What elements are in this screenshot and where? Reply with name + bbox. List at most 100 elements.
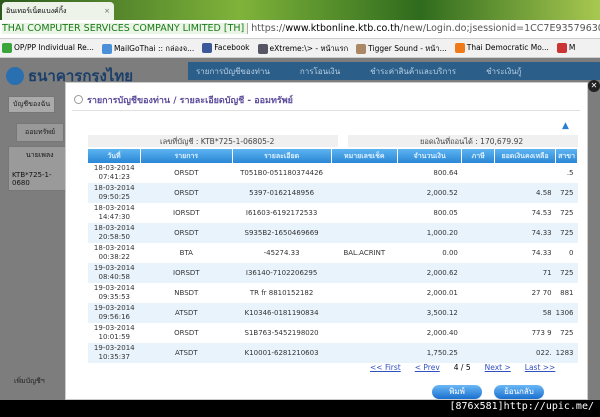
bookmark-icon (257, 44, 268, 54)
address-bar[interactable]: THAI COMPUTER SERVICES COMPANY LIMITED [… (0, 20, 600, 39)
bookmark-icon (556, 43, 567, 53)
date: 19-03-2014 (93, 284, 135, 292)
table-row: 19-03-2014 09:56:16 ATSDT K10346-0181190834… (88, 303, 578, 323)
nav-loan[interactable]: ชำระเงินกู้ (486, 65, 521, 77)
bookmark-label: Facebook (214, 43, 250, 52)
bookmark[interactable]: MailGoThai :: กล่องจ... (101, 43, 195, 54)
time: 14:47:30 (98, 213, 130, 221)
tab-my-accounts[interactable]: บัญชีของฉัน (8, 96, 56, 113)
bookmark-label: Tigger Sound - หน้า... (368, 44, 447, 53)
bookmarks-bar: OP/PP Individual Re... MailGoThai :: กล่อ… (0, 39, 600, 58)
amount-cell: 2,000.62 (397, 263, 462, 283)
cheque-cell (331, 223, 398, 243)
amount-cell: 1,750.25 (397, 343, 462, 363)
bookmark-label: OP/PP Individual Re... (14, 43, 94, 52)
time: 00:38:22 (98, 253, 130, 261)
bookmark-label: MailGoThai :: กล่องจ... (113, 44, 195, 53)
url-scheme: https:// (251, 23, 286, 34)
column-header: วันที่ (88, 149, 142, 163)
bookmark-icon (101, 44, 112, 54)
browser-tab-bar: อินเทอร์เน็ตแบงค์กิ้ง × (0, 0, 600, 20)
close-modal-icon[interactable]: ✕ (588, 80, 600, 92)
balance-cell: 74.33 (494, 223, 556, 243)
bookmark[interactable]: OP/PP Individual Re... (2, 43, 94, 53)
cheque-cell (331, 163, 397, 183)
cheque-cell (331, 263, 398, 283)
next-page-link[interactable]: Next > (485, 363, 511, 372)
prev-page-link[interactable]: < Prev (415, 363, 440, 372)
ev-certificate[interactable]: THAI COMPUTER SERVICES COMPANY LIMITED [… (2, 23, 249, 34)
amount-cell: 2,000.40 (426, 328, 458, 337)
tab-savings[interactable]: ออมทรัพย์ (16, 123, 65, 142)
branch-cell: 881 (560, 288, 574, 297)
cheque-cell (331, 203, 397, 223)
last-page-link[interactable]: Last >> (525, 363, 556, 372)
date-cell: 18-03-2014 20:58:50 (88, 223, 141, 243)
branch-cell: 1283 (555, 343, 578, 363)
amount-cell: 0.00 (442, 248, 458, 257)
detail-cell: 5397-0162148956 (232, 183, 332, 203)
close-tab-icon[interactable]: × (104, 7, 110, 15)
main-nav: รายการบัญชีของท่าน การโอนเงิน ชำระค่าสิน… (188, 62, 600, 80)
add-account-link[interactable]: เพิ่มบัญชีฯ (14, 376, 45, 387)
bookmark-label: Thai Democratic Mo... (466, 43, 549, 52)
balance-cell: 71 (494, 263, 556, 283)
account-card[interactable]: นายเพลง KTB*725-1-0680 (8, 146, 68, 191)
type-cell: ORSDT (140, 223, 233, 243)
back-button[interactable]: ย้อนกลับ (494, 385, 544, 399)
bookmark[interactable]: Tigger Sound - หน้า... (356, 43, 447, 54)
amount-cell: 800.05 (433, 208, 458, 217)
date-cell: 19-03-2014 09:35:53 (88, 283, 141, 303)
browser-tab[interactable]: อินเทอร์เน็ตแบงค์กิ้ง × (2, 2, 114, 20)
bookmark[interactable]: M (556, 43, 575, 53)
branch-cell: 725 (560, 208, 574, 217)
branch-cell: 1306 (555, 303, 578, 323)
tax-cell (462, 243, 495, 263)
print-button[interactable]: พิมพ์ (432, 385, 482, 399)
branch-cell: 725 (560, 328, 574, 337)
account-name: นายเพลง (26, 151, 54, 159)
branch-cell: 725 (555, 223, 578, 243)
table-row: 19-03-2014 10:01:59 ORSDT S1B763-5452198020… (88, 323, 578, 343)
bookmark[interactable]: Thai Democratic Mo... (454, 43, 549, 53)
time: 08:40:58 (98, 273, 130, 281)
amount-cell: 3,500.12 (397, 303, 462, 323)
nav-transfer[interactable]: การโอนเงิน (300, 65, 340, 77)
column-header: รายการ (140, 149, 233, 163)
date: 18-03-2014 (93, 164, 135, 172)
table-row: 19-03-2014 10:35:37 ATSDT K10001-6281210603… (88, 343, 578, 363)
date: 18-03-2014 (93, 184, 135, 192)
bookmark-icon (454, 43, 465, 53)
type-cell: ATSDT (140, 303, 233, 323)
detail-cell: -45274.33 (263, 248, 300, 257)
time: 20:58:50 (98, 233, 130, 241)
nav-payment[interactable]: ชำระค่าสินค้าและบริการ (370, 65, 456, 77)
branch-cell: 725 (555, 183, 578, 203)
modal-title: รายการบัญชีของท่าน / รายละเอียดบัญชี - อ… (72, 89, 580, 111)
bookmark[interactable]: Facebook (202, 43, 250, 53)
type-cell: IORSDT (140, 263, 233, 283)
tax-cell (461, 343, 495, 363)
type-cell: BTA (179, 248, 193, 257)
time: 09:50:25 (98, 193, 130, 201)
detail-cell: K10001-6281210603 (232, 343, 332, 363)
time: 09:35:53 (98, 293, 130, 301)
bookmark[interactable]: eXtreme:\> - หน้าแรก (257, 43, 348, 54)
date-cell: 18-03-2014 00:38:22 (88, 243, 141, 263)
scroll-top-icon[interactable]: ▲ (562, 121, 569, 131)
tab-title: อินเทอร์เน็ตแบงค์กิ้ง (6, 6, 67, 15)
time: 10:01:59 (98, 333, 130, 341)
url-path: /new/Login.do;jsessionid=1CC7E93579630D (399, 23, 600, 34)
logo-icon (6, 67, 24, 85)
amount-cell: 1,000.20 (397, 223, 462, 243)
date-cell: 18-03-2014 14:47:30 (88, 203, 141, 223)
table-row: 19-03-2014 08:40:58 IORSDT I36140-710220629… (88, 263, 578, 283)
nav-accounts[interactable]: รายการบัญชีของท่าน (196, 65, 270, 77)
collapse-icon[interactable] (74, 95, 83, 104)
date: 18-03-2014 (93, 224, 135, 232)
pagination: << First < Prev 4 / 5 Next > Last >> (370, 363, 555, 372)
first-page-link[interactable]: << First (370, 363, 401, 372)
type-cell: ORSDT (174, 328, 199, 337)
date: 19-03-2014 (93, 344, 135, 352)
account-number-label: เลขที่บัญชี : KTB*725-1-06805-2 (88, 135, 338, 147)
